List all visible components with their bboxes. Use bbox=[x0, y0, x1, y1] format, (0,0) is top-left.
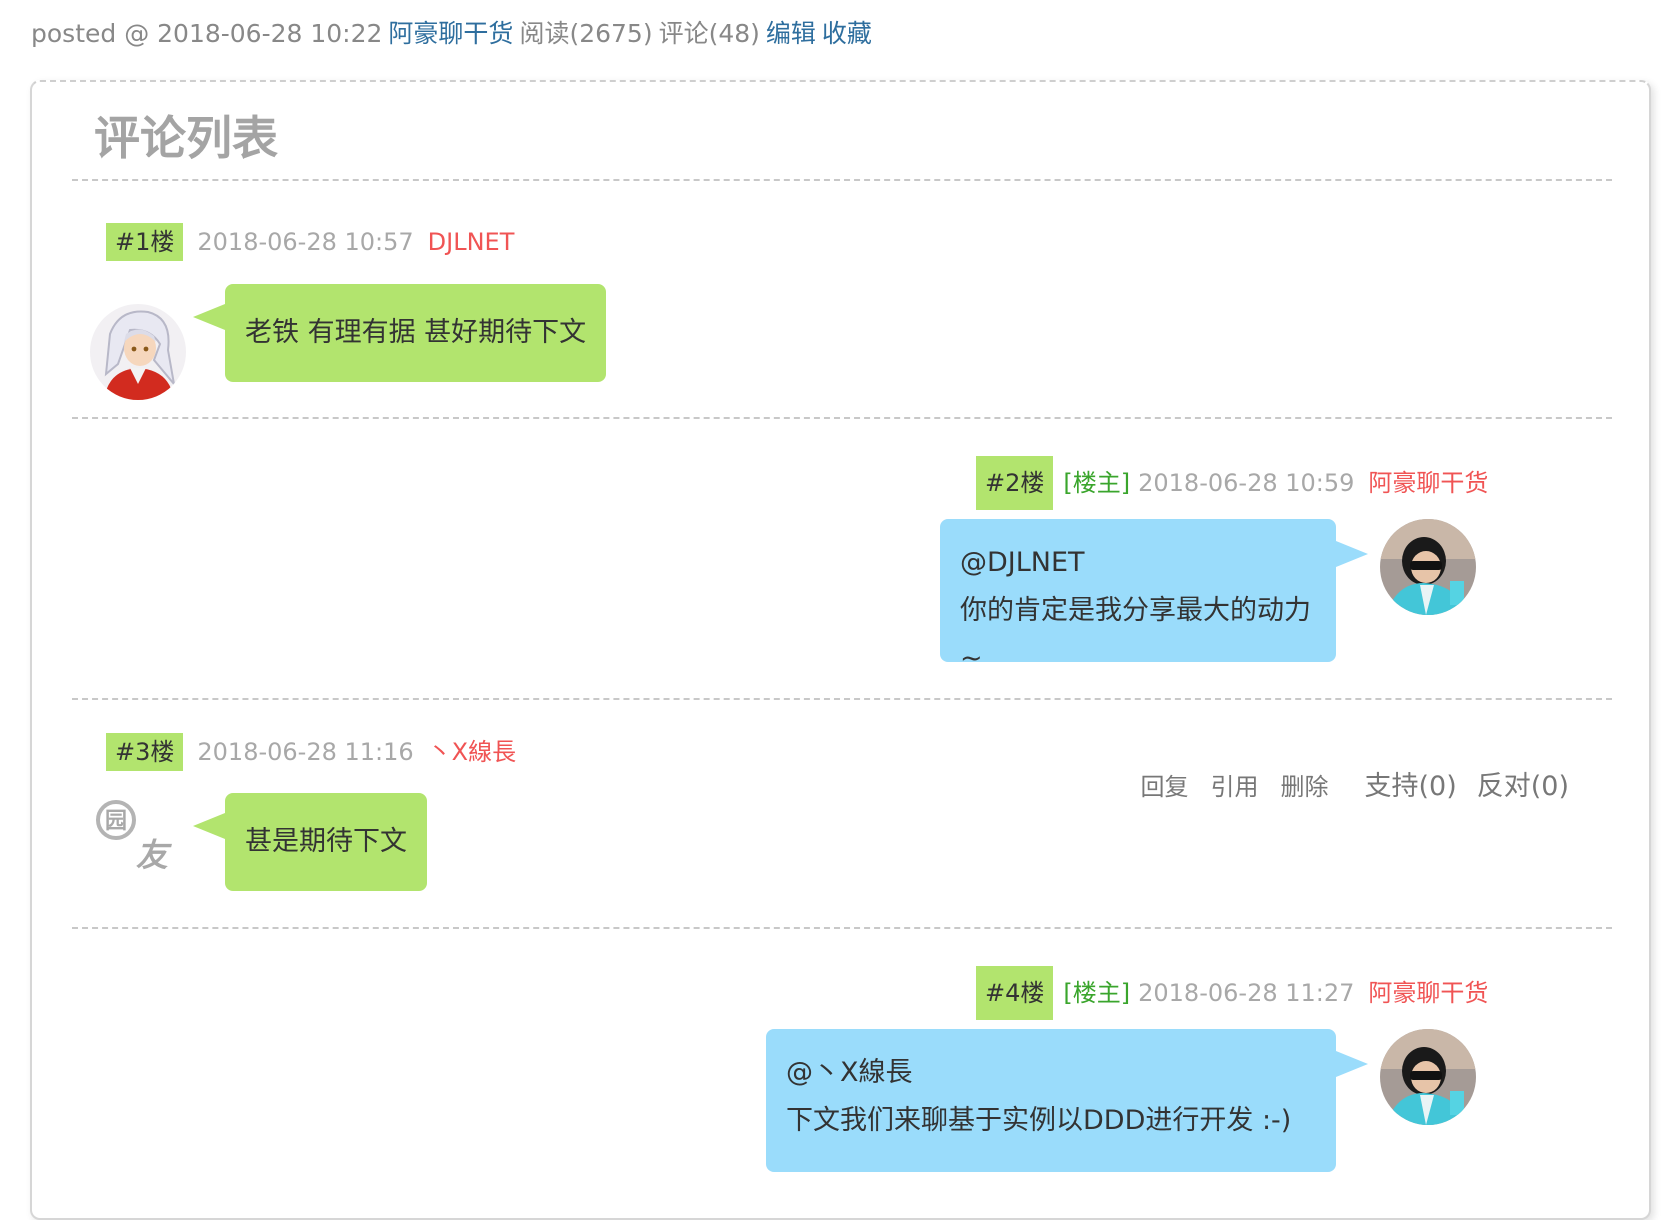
post-footer: posted @ 2018-06-28 10:22 阿豪聊干货 阅读(2675) 评论… bbox=[31, 16, 872, 52]
support-button[interactable]: 支持(0) bbox=[1365, 768, 1457, 806]
quote-link[interactable]: 引用 bbox=[1211, 768, 1259, 806]
comment-list-title: 评论列表 bbox=[94, 111, 278, 165]
comment-author-link[interactable]: 阿豪聊干货 bbox=[1368, 974, 1488, 1012]
comment-text: @DJLNET bbox=[960, 547, 1085, 578]
comment-bubble: @丶X線長 下文我们来聊基于实例以DDD进行开发 :-) bbox=[766, 1029, 1368, 1172]
inuyasha-avatar-icon[interactable] bbox=[90, 304, 186, 400]
comment-bubble: 老铁 有理有据 甚好期待下文 bbox=[192, 284, 607, 382]
comment-author-link[interactable]: DJLNET bbox=[428, 223, 515, 261]
owner-tag: [楼主] bbox=[1063, 979, 1131, 1007]
comment-author-link[interactable]: 丶X線長 bbox=[428, 733, 516, 771]
floor-badge[interactable]: #2楼 bbox=[976, 456, 1054, 510]
divider bbox=[72, 179, 1612, 181]
comment-count: 评论(48) bbox=[658, 19, 760, 48]
floor-badge[interactable]: #3楼 bbox=[106, 733, 184, 771]
sunglasses-man-avatar-icon[interactable] bbox=[1380, 1029, 1476, 1125]
comment-text: 下文我们来聊基于实例以DDD进行开发 :-) bbox=[786, 1105, 1292, 1136]
owner-tag: [楼主] bbox=[1063, 469, 1131, 497]
delete-link[interactable]: 删除 bbox=[1281, 768, 1329, 806]
floor-badge[interactable]: #1楼 bbox=[106, 223, 184, 261]
read-count: 阅读(2675) bbox=[519, 19, 653, 48]
divider bbox=[72, 927, 1612, 929]
divider bbox=[72, 698, 1612, 700]
reply-link[interactable]: 回复 bbox=[1141, 768, 1189, 806]
default-yuanyou-avatar-icon[interactable]: 园 友 bbox=[90, 792, 186, 888]
posted-time: posted @ 2018-06-28 10:22 bbox=[31, 19, 383, 48]
sunglasses-man-avatar-icon[interactable] bbox=[1380, 519, 1476, 615]
comment-meta-1: #1楼 2018-06-28 10:57 DJLNET bbox=[106, 223, 514, 261]
floor-badge[interactable]: #4楼 bbox=[976, 966, 1054, 1020]
post-author-link[interactable]: 阿豪聊干货 bbox=[388, 19, 513, 48]
comment-time: 2018-06-28 11:27 bbox=[1138, 979, 1355, 1007]
comment-time: 2018-06-28 10:57 bbox=[197, 228, 414, 256]
divider bbox=[72, 417, 1612, 419]
comment-time: 2018-06-28 11:16 bbox=[197, 738, 414, 766]
comment-actions: 回复 引用 删除 支持(0) 反对(0) bbox=[1119, 768, 1570, 806]
comment-author-link[interactable]: 阿豪聊干货 bbox=[1368, 464, 1488, 502]
comment-bubble: @DJLNET 你的肯定是我分享最大的动力~ bbox=[940, 519, 1368, 674]
comment-time: 2018-06-28 10:59 bbox=[1138, 469, 1355, 497]
comment-text: 你的肯定是我分享最大的动力~ bbox=[960, 595, 1311, 674]
comment-list-panel: 评论列表 #1楼 2018-06-28 10:57 DJLNET 老铁 有理有据 甚… bbox=[30, 80, 1651, 1220]
comment-meta-3: #3楼 2018-06-28 11:16 丶X線長 bbox=[106, 733, 516, 771]
comment-bubble: 甚是期待下文 bbox=[193, 793, 427, 891]
oppose-button[interactable]: 反对(0) bbox=[1477, 768, 1569, 806]
comment-meta-4: #4楼 [楼主] 2018-06-28 11:27 阿豪聊干货 bbox=[976, 966, 1488, 1020]
favorite-link[interactable]: 收藏 bbox=[822, 19, 872, 48]
avatar-text: 园 bbox=[105, 809, 127, 834]
comment-text: 老铁 有理有据 甚好期待下文 bbox=[245, 317, 587, 348]
comment-meta-2: #2楼 [楼主] 2018-06-28 10:59 阿豪聊干货 bbox=[976, 456, 1488, 510]
avatar-text: 友 bbox=[136, 836, 172, 874]
comment-text: @丶X線長 bbox=[786, 1057, 913, 1088]
comment-text: 甚是期待下文 bbox=[245, 826, 407, 857]
edit-link[interactable]: 编辑 bbox=[766, 19, 816, 48]
